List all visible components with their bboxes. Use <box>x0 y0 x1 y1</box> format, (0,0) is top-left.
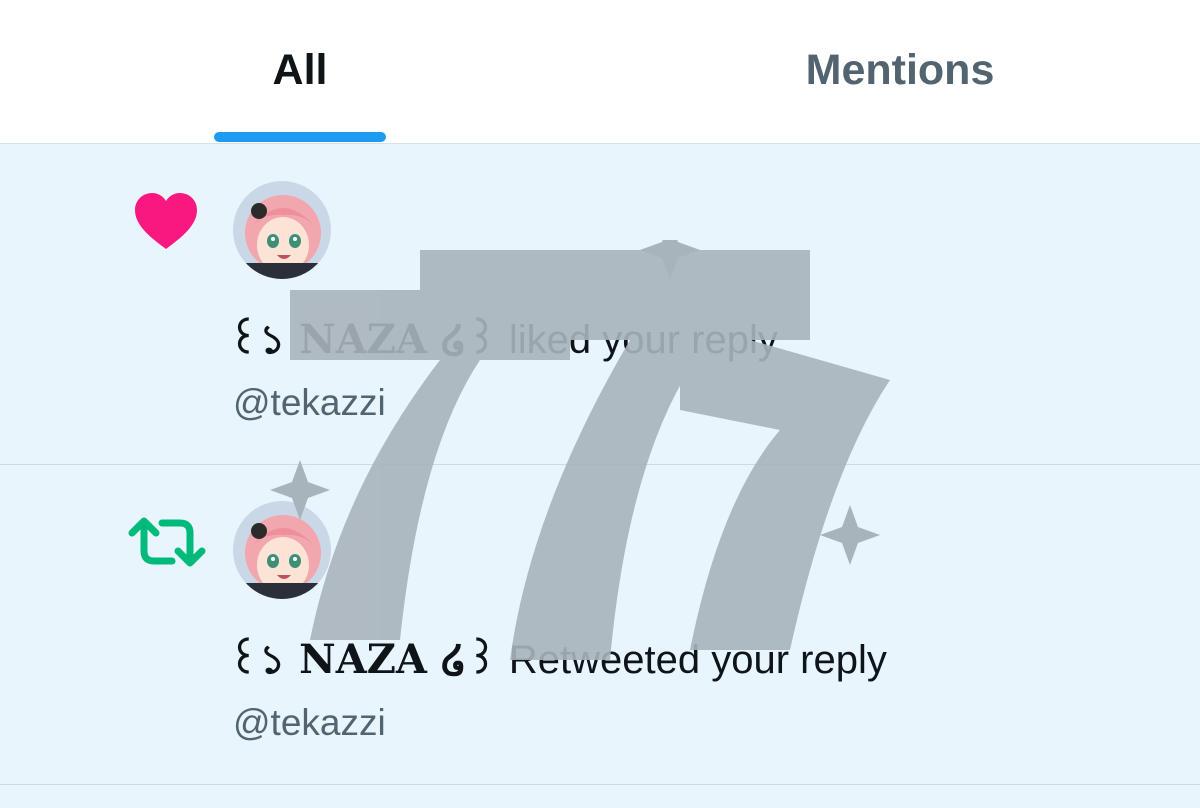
tab-all[interactable]: All <box>0 0 600 143</box>
heart-icon <box>135 193 197 249</box>
tab-mentions[interactable]: Mentions <box>600 0 1200 143</box>
action-text: liked your reply <box>497 318 778 362</box>
notification-like[interactable]: ꒰১ NAZA ໒꒱ liked your reply @tekazzi <box>0 144 1200 465</box>
user-name[interactable]: ꒰১ NAZA ໒꒱ <box>228 636 498 683</box>
heart-shape <box>135 193 197 249</box>
avatar-illustration <box>233 501 331 599</box>
notification-list: ꒰১ NAZA ໒꒱ liked your reply @tekazzi ꒰১ … <box>0 144 1200 808</box>
notification-partial[interactable] <box>0 785 1200 808</box>
notifications-tabbar: All Mentions <box>0 0 1200 144</box>
action-text: Retweeted your reply <box>497 638 887 682</box>
avatar[interactable] <box>233 501 331 599</box>
tab-all-label: All <box>272 46 328 94</box>
notification-text: ꒰১ NAZA ໒꒱ Retweeted your reply <box>228 628 887 695</box>
avatar-illustration <box>233 181 331 279</box>
user-name[interactable]: ꒰১ NAZA ໒꒱ <box>228 316 498 363</box>
retweet-arrow-left <box>128 517 176 565</box>
retweet-icon <box>128 517 206 567</box>
avatar[interactable] <box>233 181 331 279</box>
notification-text: ꒰১ NAZA ໒꒱ liked your reply <box>228 308 778 375</box>
retweet-arrow-right <box>158 519 206 567</box>
user-handle[interactable]: @tekazzi <box>233 382 386 424</box>
active-tab-indicator <box>214 132 386 142</box>
user-handle[interactable]: @tekazzi <box>233 702 386 744</box>
tab-mentions-label: Mentions <box>805 46 995 94</box>
notification-retweet[interactable]: ꒰১ NAZA ໒꒱ Retweeted your reply @tekazzi <box>0 465 1200 785</box>
